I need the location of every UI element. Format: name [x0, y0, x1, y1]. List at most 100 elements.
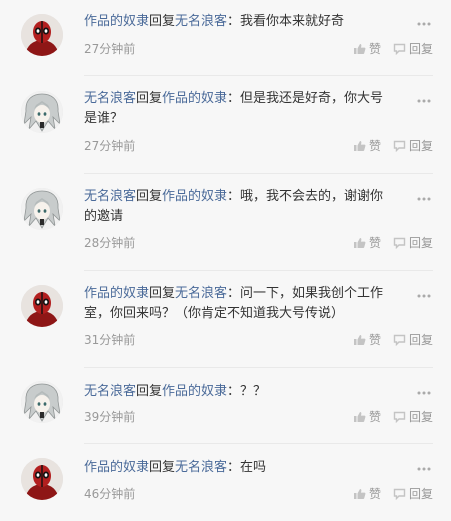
like-button[interactable]: 赞: [353, 41, 381, 57]
reply-button[interactable]: 回复: [393, 409, 433, 425]
reply-target-name[interactable]: 无名浪客: [175, 286, 227, 301]
author-name[interactable]: 作品的奴隶: [84, 286, 149, 301]
thumbs-up-icon: [353, 141, 366, 151]
comment-time: 31分钟前: [84, 333, 136, 347]
more-options-icon[interactable]: [417, 293, 431, 299]
comment-actions: 赞 回复: [341, 486, 433, 502]
comment-text: 无名浪客回复作品的奴隶：哦，我不会去的，谢谢你的邀请: [84, 187, 394, 227]
like-button[interactable]: 赞: [353, 486, 381, 502]
avatar[interactable]: [21, 91, 63, 133]
comment-item: 作品的奴隶回复无名浪客：我看你本来就好奇 27分钟前 赞 回复: [0, 0, 451, 76]
anime-avatar-icon: [21, 188, 63, 230]
reply-target-name[interactable]: 作品的奴隶: [162, 91, 227, 106]
more-options-icon[interactable]: [417, 466, 431, 472]
reply-button[interactable]: 回复: [393, 332, 433, 348]
avatar[interactable]: [21, 285, 63, 327]
reply-word: 回复: [149, 14, 176, 29]
comment-time: 39分钟前: [84, 410, 136, 424]
reply-button[interactable]: 回复: [393, 138, 433, 154]
comment-time: 27分钟前: [84, 42, 136, 56]
reply-bubble-icon: [393, 140, 406, 152]
reply-bubble-icon: [393, 334, 406, 346]
reply-word: 回复: [136, 189, 163, 204]
like-label: 赞: [368, 236, 381, 250]
deadpool-avatar-icon: [21, 285, 63, 327]
thumbs-up-icon: [353, 412, 366, 422]
comment-text: 无名浪客回复作品的奴隶：但是我还是好奇，你大号是谁？: [84, 89, 394, 129]
comment-time: 46分钟前: [84, 487, 136, 501]
reply-target-name[interactable]: 作品的奴隶: [162, 384, 227, 399]
comment-item: 无名浪客回复作品的奴隶：哦，我不会去的，谢谢你的邀请 28分钟前 赞 回复: [0, 174, 451, 271]
reply-label: 回复: [408, 333, 433, 347]
like-label: 赞: [368, 410, 381, 424]
anime-avatar-icon: [21, 91, 63, 133]
thumbs-up-icon: [353, 44, 366, 54]
author-name[interactable]: 无名浪客: [84, 91, 136, 106]
comment-text: 作品的奴隶回复无名浪客：在吗: [84, 458, 394, 478]
reply-label: 回复: [408, 487, 433, 501]
comment-actions: 赞 回复: [341, 409, 433, 425]
like-button[interactable]: 赞: [353, 235, 381, 251]
thumbs-up-icon: [353, 238, 366, 248]
thumbs-up-icon: [353, 335, 366, 345]
reply-button[interactable]: 回复: [393, 486, 433, 502]
reply-target-name[interactable]: 无名浪客: [175, 460, 227, 475]
comment-item: 作品的奴隶回复无名浪客：在吗 46分钟前 赞 回复: [0, 444, 451, 521]
avatar[interactable]: [21, 458, 63, 500]
reply-word: 回复: [136, 91, 163, 106]
comment-actions: 赞 回复: [341, 235, 433, 251]
reply-button[interactable]: 回复: [393, 235, 433, 251]
avatar[interactable]: [21, 381, 63, 423]
comment-item: 无名浪客回复作品的奴隶：但是我还是好奇，你大号是谁？ 27分钟前 赞 回复: [0, 76, 451, 174]
like-button[interactable]: 赞: [353, 332, 381, 348]
thumbs-up-icon: [353, 489, 366, 499]
reply-label: 回复: [408, 410, 433, 424]
comment-body: ：我看你本来就好奇: [227, 14, 345, 29]
reply-word: 回复: [136, 384, 163, 399]
comment-item: 作品的奴隶回复无名浪客：问一下，如果我创个工作室，你回来吗？（你肯定不知道我大号…: [0, 271, 451, 368]
deadpool-avatar-icon: [21, 458, 63, 500]
reply-label: 回复: [408, 42, 433, 56]
author-name[interactable]: 无名浪客: [84, 384, 136, 399]
reply-word: 回复: [149, 460, 176, 475]
comment-actions: 赞 回复: [341, 41, 433, 57]
reply-label: 回复: [408, 236, 433, 250]
comment-item: 无名浪客回复作品的奴隶：？？ 39分钟前 赞 回复: [0, 368, 451, 444]
avatar[interactable]: [21, 188, 63, 230]
like-label: 赞: [368, 42, 381, 56]
comment-time: 28分钟前: [84, 236, 136, 250]
reply-bubble-icon: [393, 411, 406, 423]
author-name[interactable]: 作品的奴隶: [84, 14, 149, 29]
like-label: 赞: [368, 333, 381, 347]
comment-actions: 赞 回复: [341, 332, 433, 348]
reply-bubble-icon: [393, 43, 406, 55]
reply-label: 回复: [408, 139, 433, 153]
author-name[interactable]: 作品的奴隶: [84, 460, 149, 475]
comment-time: 27分钟前: [84, 139, 136, 153]
comment-actions: 赞 回复: [341, 138, 433, 154]
reply-button[interactable]: 回复: [393, 41, 433, 57]
comment-body: ：？？: [227, 384, 267, 399]
more-options-icon[interactable]: [417, 196, 431, 202]
like-label: 赞: [368, 487, 381, 501]
reply-bubble-icon: [393, 488, 406, 500]
comment-text: 无名浪客回复作品的奴隶：？？: [84, 382, 394, 402]
reply-target-name[interactable]: 无名浪客: [175, 14, 227, 29]
reply-word: 回复: [149, 286, 176, 301]
deadpool-avatar-icon: [21, 14, 63, 56]
comment-text: 作品的奴隶回复无名浪客：问一下，如果我创个工作室，你回来吗？（你肯定不知道我大号…: [84, 284, 394, 324]
reply-bubble-icon: [393, 237, 406, 249]
more-options-icon[interactable]: [417, 21, 431, 27]
like-button[interactable]: 赞: [353, 409, 381, 425]
comment-list: 作品的奴隶回复无名浪客：我看你本来就好奇 27分钟前 赞 回复 无名浪客回复作品…: [0, 0, 451, 521]
like-label: 赞: [368, 139, 381, 153]
author-name[interactable]: 无名浪客: [84, 189, 136, 204]
reply-target-name[interactable]: 作品的奴隶: [162, 189, 227, 204]
anime-avatar-icon: [21, 381, 63, 423]
more-options-icon[interactable]: [417, 98, 431, 104]
like-button[interactable]: 赞: [353, 138, 381, 154]
comment-body: ：在吗: [227, 460, 267, 475]
avatar[interactable]: [21, 14, 63, 56]
more-options-icon[interactable]: [417, 390, 431, 396]
comment-text: 作品的奴隶回复无名浪客：我看你本来就好奇: [84, 12, 394, 32]
